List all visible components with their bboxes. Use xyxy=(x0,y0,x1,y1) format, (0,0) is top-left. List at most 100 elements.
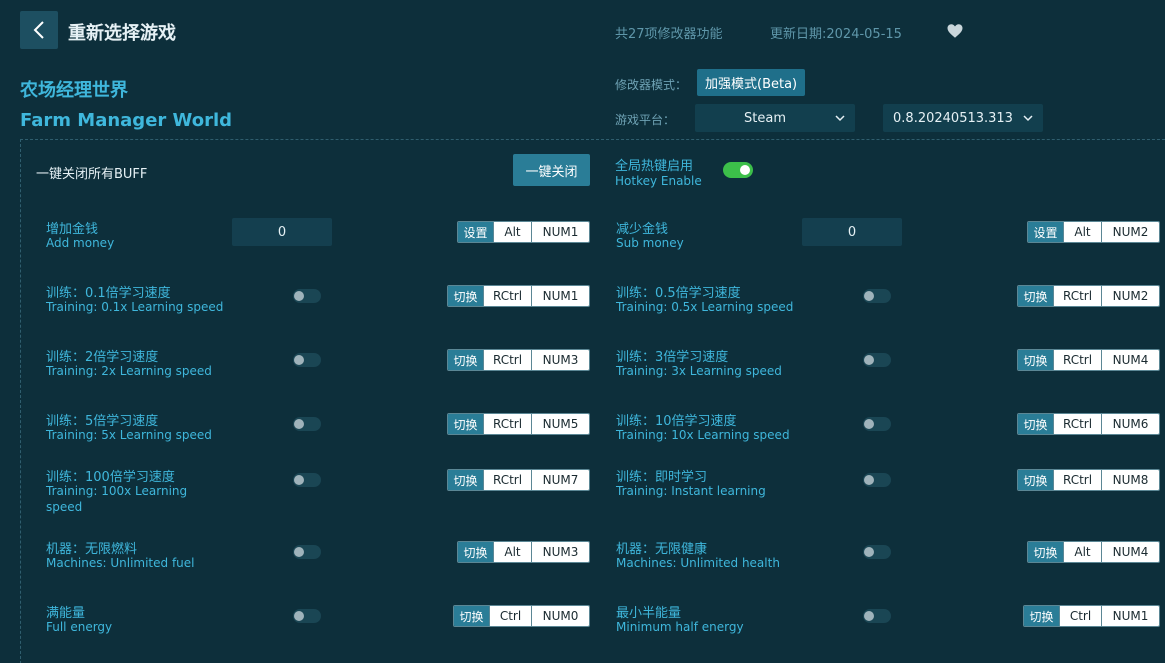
hotkey-group: 切换 RCtrl NUM2 xyxy=(1017,285,1160,307)
platform-label: 游戏平台： xyxy=(615,113,676,127)
toggle-knob xyxy=(294,419,304,429)
hotkey-key: NUM2 xyxy=(1101,222,1159,242)
toggle-knob xyxy=(864,547,874,557)
cheat-label-en: Training: 0.1x Learning speed xyxy=(46,300,224,314)
cheat-label-en: Training: 2x Learning speed xyxy=(46,364,212,378)
hotkey-action-button[interactable]: 切换 xyxy=(1018,350,1053,370)
hotkey-action-button[interactable]: 设置 xyxy=(1028,222,1063,242)
hotkey-action-button[interactable]: 切换 xyxy=(1028,542,1063,562)
hotkey-group: 设置 Alt NUM2 xyxy=(1027,221,1160,243)
toggle-knob xyxy=(864,611,874,621)
cheat-toggle[interactable] xyxy=(293,545,321,559)
hotkey-action-button[interactable]: 切换 xyxy=(448,286,483,306)
cheat-toggle[interactable] xyxy=(293,609,321,623)
hotkey-action-button[interactable]: 切换 xyxy=(1018,470,1053,490)
toggle-knob xyxy=(864,291,874,301)
cheat-label-en: Add money xyxy=(46,236,115,250)
cheat-label-en-cont: speed xyxy=(46,500,83,514)
cheat-toggle[interactable] xyxy=(293,353,321,367)
cheat-toggle[interactable] xyxy=(293,289,321,303)
toggle-knob xyxy=(294,355,304,365)
hotkey-label-en: Hotkey Enable xyxy=(615,174,702,188)
hotkey-key: NUM4 xyxy=(1101,350,1159,370)
cheat-label-en: Full energy xyxy=(46,620,113,634)
cheat-toggle[interactable] xyxy=(863,545,891,559)
hotkey-group: 切换 RCtrl NUM7 xyxy=(447,469,590,491)
hotkey-modifier: Ctrl xyxy=(489,606,531,626)
hotkey-label-cn: 全局热键启用 xyxy=(615,159,694,174)
hotkey-key: NUM1 xyxy=(531,222,589,242)
hotkey-action-button[interactable]: 切换 xyxy=(1024,606,1059,626)
cheat-label-en: Training: 100x Learning xyxy=(46,484,188,498)
hotkey-group: 切换 RCtrl NUM8 xyxy=(1017,469,1160,491)
buff-label: 一键关闭所有BUFF xyxy=(36,167,148,182)
version-select[interactable]: 0.8.20240513.313 xyxy=(883,104,1043,132)
feature-count: 共27项修改器功能 xyxy=(615,27,723,42)
chevron-down-icon xyxy=(1023,115,1033,122)
mode-label: 修改器模式： xyxy=(615,78,688,92)
hotkey-key: NUM3 xyxy=(531,350,589,370)
platform-value: Steam xyxy=(744,110,786,126)
cheat-label-en: Training: Instant learning xyxy=(616,484,766,498)
hotkey-action-button[interactable]: 切换 xyxy=(1018,286,1053,306)
cheat-toggle[interactable] xyxy=(863,417,891,431)
cheat-label-en: Machines: Unlimited health xyxy=(616,556,780,570)
hotkey-group: 切换 Ctrl NUM0 xyxy=(453,605,590,627)
hotkey-action-button[interactable]: 切换 xyxy=(1018,414,1053,434)
hotkey-modifier: RCtrl xyxy=(483,470,531,490)
hotkey-key: NUM5 xyxy=(531,414,589,434)
cheat-label-en: Training: 5x Learning speed xyxy=(46,428,212,442)
cheat-label-en: Training: 0.5x Learning speed xyxy=(616,300,794,314)
toggle-knob xyxy=(864,475,874,485)
hotkey-group: 切换 RCtrl NUM3 xyxy=(447,349,590,371)
hotkey-action-button[interactable]: 设置 xyxy=(458,222,493,242)
cheat-label-en: Training: 10x Learning speed xyxy=(616,428,790,442)
cheat-panel xyxy=(20,139,1165,663)
version-value: 0.8.20240513.313 xyxy=(893,110,1013,126)
hotkey-group: 设置 Alt NUM1 xyxy=(457,221,590,243)
hotkey-key: NUM0 xyxy=(531,606,589,626)
hotkey-modifier: RCtrl xyxy=(1053,350,1101,370)
back-button[interactable] xyxy=(20,11,58,49)
hotkey-key: NUM1 xyxy=(1101,606,1159,626)
heart-icon[interactable] xyxy=(946,22,964,40)
cheat-toggle[interactable] xyxy=(863,353,891,367)
hotkey-key: NUM3 xyxy=(531,542,589,562)
hotkey-group: 切换 Alt NUM3 xyxy=(457,541,590,563)
platform-select[interactable]: Steam xyxy=(695,104,855,132)
cheat-label-en: Machines: Unlimited fuel xyxy=(46,556,195,570)
hotkey-group: 切换 RCtrl NUM1 xyxy=(447,285,590,307)
hotkey-key: NUM4 xyxy=(1101,542,1159,562)
value-input[interactable]: 0 xyxy=(232,218,332,246)
game-name-en: Farm Manager World xyxy=(20,110,233,131)
hotkey-key: NUM2 xyxy=(1101,286,1159,306)
hotkey-action-button[interactable]: 切换 xyxy=(448,350,483,370)
mode-badge[interactable]: 加强模式(Beta) xyxy=(697,69,806,96)
hotkey-key: NUM8 xyxy=(1101,470,1159,490)
hotkey-modifier: Alt xyxy=(1063,542,1101,562)
hotkey-group: 切换 RCtrl NUM6 xyxy=(1017,413,1160,435)
hotkey-group: 切换 RCtrl NUM4 xyxy=(1017,349,1160,371)
hotkey-action-button[interactable]: 切换 xyxy=(448,414,483,434)
value-input[interactable]: 0 xyxy=(802,218,902,246)
cheat-toggle[interactable] xyxy=(863,289,891,303)
hotkey-modifier: RCtrl xyxy=(483,350,531,370)
hotkey-key: NUM1 xyxy=(531,286,589,306)
toggle-knob xyxy=(294,611,304,621)
hotkey-modifier: RCtrl xyxy=(1053,414,1101,434)
hotkey-toggle[interactable] xyxy=(723,162,753,178)
cheat-toggle[interactable] xyxy=(293,473,321,487)
hotkey-modifier: RCtrl xyxy=(483,286,531,306)
cheat-toggle[interactable] xyxy=(293,417,321,431)
cheat-toggle[interactable] xyxy=(863,609,891,623)
hotkey-key: NUM6 xyxy=(1101,414,1159,434)
hotkey-action-button[interactable]: 切换 xyxy=(458,542,493,562)
hotkey-modifier: Ctrl xyxy=(1059,606,1101,626)
hotkey-action-button[interactable]: 切换 xyxy=(454,606,489,626)
chevron-left-icon xyxy=(33,21,44,39)
close-all-button[interactable]: 一键关闭 xyxy=(513,154,590,186)
hotkey-action-button[interactable]: 切换 xyxy=(448,470,483,490)
hotkey-key: NUM7 xyxy=(531,470,589,490)
hotkey-modifier: Alt xyxy=(493,222,531,242)
cheat-toggle[interactable] xyxy=(863,473,891,487)
